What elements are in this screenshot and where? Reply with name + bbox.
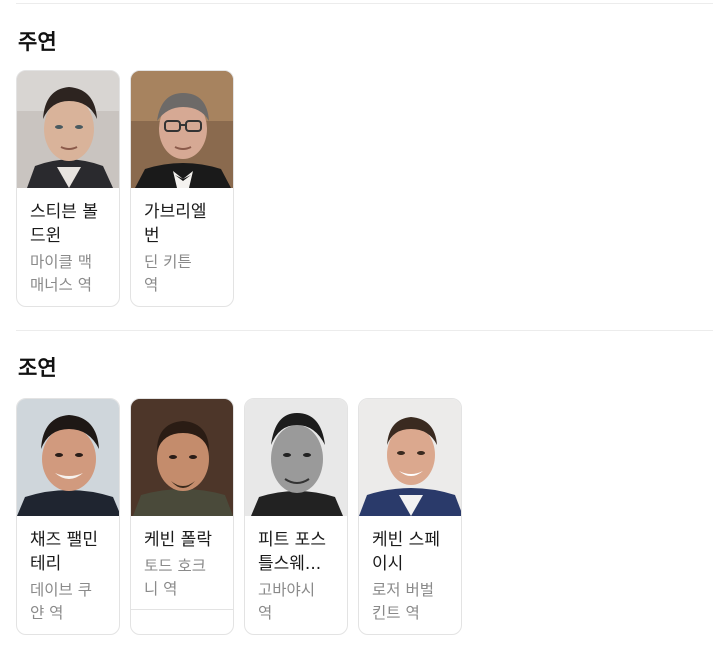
cast-card-stephen-baldwin[interactable]: 스티븐 볼 드윈 마이클 맥 매너스 역 — [16, 70, 120, 307]
character-role: 딘 키튼 역 — [144, 253, 192, 294]
cast-card-gabriel-byrne[interactable]: 가브리엘 번 딘 키튼 역 — [130, 70, 234, 307]
character-role: 마이클 맥 매너스 역 — [30, 253, 92, 294]
actor-name: 케빈 스페 이시 — [372, 530, 440, 574]
lead-cast-heading: 주연 — [18, 30, 57, 54]
character-role: 토드 호크 니 역 — [144, 557, 206, 598]
actor-photo — [131, 71, 233, 188]
card-inner-divider — [131, 609, 233, 610]
cast-card-pete-postlethwaite[interactable]: 피트 포스 틀스웨... 고바야시 역 — [244, 398, 348, 635]
section-divider — [16, 330, 713, 331]
actor-name: 스티븐 볼 드윈 — [30, 202, 98, 246]
character-role: 로저 버벌 킨트 역 — [372, 581, 434, 622]
supporting-cast-list: 채즈 팰민 테리 데이브 쿠 얀 역 케빈 폴락 토드 호크 니 역 피트 포스… — [16, 398, 462, 635]
actor-photo — [17, 399, 119, 516]
cast-card-kevin-pollak[interactable]: 케빈 폴락 토드 호크 니 역 — [130, 398, 234, 635]
actor-photo — [131, 399, 233, 516]
actor-name: 케빈 폴락 — [144, 530, 212, 550]
cast-panel: 주연 스티븐 볼 드윈 마이클 맥 매너스 역 가브리엘 번 딘 키튼 역 조연… — [0, 0, 713, 651]
actor-photo — [17, 71, 119, 188]
actor-photo — [245, 399, 347, 516]
actor-photo — [359, 399, 461, 516]
cast-card-kevin-spacey[interactable]: 케빈 스페 이시 로저 버벌 킨트 역 — [358, 398, 462, 635]
character-role: 데이브 쿠 얀 역 — [30, 581, 92, 622]
top-divider — [16, 3, 713, 4]
actor-name: 가브리엘 번 — [144, 202, 207, 246]
actor-name: 피트 포스 틀스웨... — [258, 530, 326, 574]
cast-card-chazz-palminteri[interactable]: 채즈 팰민 테리 데이브 쿠 얀 역 — [16, 398, 120, 635]
supporting-cast-heading: 조연 — [18, 356, 57, 380]
actor-name: 채즈 팰민 테리 — [30, 530, 98, 574]
lead-cast-list: 스티븐 볼 드윈 마이클 맥 매너스 역 가브리엘 번 딘 키튼 역 — [16, 70, 234, 307]
character-role: 고바야시 역 — [258, 581, 316, 622]
